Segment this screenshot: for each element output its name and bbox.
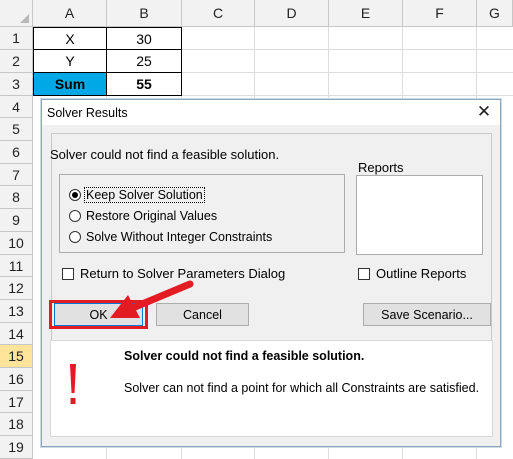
radio-solve-without-integer-constraints[interactable]: Solve Without Integer Constraints — [69, 230, 273, 244]
row-header-13[interactable]: 13 — [0, 300, 33, 323]
cell-b1[interactable]: 30 — [106, 27, 182, 50]
radio-restore-original-values[interactable]: Restore Original Values — [69, 209, 218, 223]
cell-a2[interactable]: Y — [33, 49, 107, 73]
row-header-12[interactable]: 12 — [0, 277, 33, 300]
reports-list[interactable] — [356, 175, 483, 255]
checkbox[interactable] — [62, 267, 74, 280]
row-header-1[interactable]: 1 — [0, 27, 33, 50]
row-header-18[interactable]: 18 — [0, 413, 33, 436]
exclamation-icon — [70, 364, 76, 404]
radio-label: Keep Solver Solution — [84, 187, 205, 203]
row-header-9[interactable]: 9 — [0, 209, 33, 232]
row-header-6[interactable]: 6 — [0, 141, 33, 164]
save-scenario-button[interactable]: Save Scenario... — [363, 303, 491, 326]
column-header-g[interactable]: G — [477, 0, 513, 27]
cell-b2[interactable]: 25 — [106, 49, 182, 73]
row-header-16[interactable]: 16 — [0, 368, 33, 391]
info-text: Solver can not find a point for which al… — [124, 381, 480, 395]
radio-keep-solver-solution[interactable]: Keep Solver Solution — [69, 187, 205, 203]
column-header-b[interactable]: B — [107, 0, 182, 27]
ok-button[interactable]: OK — [54, 303, 143, 326]
column-header-f[interactable]: F — [403, 0, 477, 27]
result-message: Solver could not find a feasible solutio… — [50, 147, 280, 162]
checkbox[interactable] — [358, 267, 370, 280]
column-header-d[interactable]: D — [255, 0, 329, 27]
outline-reports-checkbox[interactable]: Outline Reports — [358, 266, 466, 281]
close-icon[interactable]: ✕ — [474, 102, 494, 122]
return-to-solver-parameters-checkbox[interactable]: Return to Solver Parameters Dialog — [62, 266, 285, 281]
cell-a3-sum-label[interactable]: Sum — [33, 72, 107, 96]
row-header-4[interactable]: 4 — [0, 96, 33, 118]
column-header-c[interactable]: C — [182, 0, 255, 27]
checkbox-label: Outline Reports — [376, 266, 467, 281]
radio-button[interactable] — [69, 189, 81, 201]
radio-button[interactable] — [69, 210, 81, 222]
row-header-14[interactable]: 14 — [0, 323, 33, 345]
cell-a1[interactable]: X — [33, 27, 107, 50]
row-header-19[interactable]: 19 — [0, 436, 33, 459]
info-panel: Solver could not find a feasible solutio… — [50, 340, 493, 437]
column-header-e[interactable]: E — [329, 0, 403, 27]
radio-selected-dot — [72, 192, 78, 198]
select-all-triangle-icon — [20, 14, 29, 23]
radio-button[interactable] — [69, 231, 81, 243]
checkbox-label: Return to Solver Parameters Dialog — [80, 266, 286, 281]
dialog-titlebar[interactable]: Solver Results ✕ — [42, 100, 500, 125]
row-header-5[interactable]: 5 — [0, 118, 33, 141]
row-header-3[interactable]: 3 — [0, 73, 33, 96]
row-header-15[interactable]: 15 — [0, 345, 33, 368]
row-header-11[interactable]: 11 — [0, 255, 33, 277]
cell-b3-sum-value[interactable]: 55 — [106, 72, 182, 96]
reports-label-text: Reports — [358, 160, 404, 175]
row-header-8[interactable]: 8 — [0, 186, 33, 209]
select-all-corner[interactable] — [0, 0, 33, 27]
row-header-10[interactable]: 10 — [0, 232, 33, 255]
radio-label: Restore Original Values — [86, 209, 218, 223]
column-header-a[interactable]: A — [33, 0, 107, 27]
radio-label: Solve Without Integer Constraints — [86, 230, 273, 244]
cancel-button[interactable]: Cancel — [156, 303, 249, 326]
reports-label: Reports — [358, 160, 404, 175]
solver-results-dialog: Solver Results ✕ Solver could not find a… — [41, 99, 501, 447]
row-header-17[interactable]: 17 — [0, 391, 33, 413]
row-header-7[interactable]: 7 — [0, 164, 33, 186]
info-title: Solver could not find a feasible solutio… — [124, 349, 365, 363]
row-header-2[interactable]: 2 — [0, 50, 33, 73]
dialog-title: Solver Results — [47, 105, 128, 120]
